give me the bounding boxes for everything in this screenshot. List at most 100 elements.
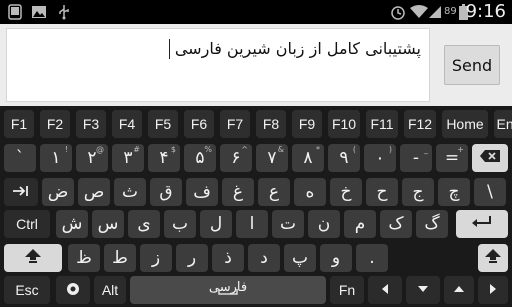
letter-key[interactable]: ر <box>176 244 208 272</box>
letter-key[interactable]: ک <box>380 210 412 238</box>
letter-key[interactable]: ض <box>42 178 74 206</box>
number-key-11[interactable]: - _ <box>400 144 432 172</box>
esc-key[interactable]: Esc <box>4 276 50 304</box>
arrow-right-key[interactable] <box>478 276 508 304</box>
letter-key[interactable]: ح <box>366 178 398 206</box>
status-bar: 89 9:16 <box>0 0 512 24</box>
letter-key[interactable]: ق <box>150 178 182 206</box>
letter-key[interactable]: ف <box>186 178 218 206</box>
function-key-f6[interactable]: F6 <box>184 110 214 138</box>
letter-key[interactable]: س <box>92 210 124 238</box>
text-cursor <box>169 39 170 59</box>
alt-key[interactable]: Alt <box>94 276 126 304</box>
letter-key[interactable]: ج <box>402 178 434 206</box>
message-text: پشتیبانی کامل از زبان شیرین فارسی <box>174 39 421 58</box>
arrow-right-icon <box>487 282 499 298</box>
function-key-f9[interactable]: F9 <box>292 110 322 138</box>
shift-left-key[interactable] <box>4 244 62 272</box>
backspace-key[interactable] <box>472 144 508 172</box>
letter-key[interactable]: ط <box>104 244 136 272</box>
tab-key[interactable] <box>4 178 38 206</box>
function-key-f12[interactable]: F12 <box>404 110 436 138</box>
letter-key[interactable]: \ <box>474 178 506 206</box>
letter-key[interactable]: گ <box>416 210 448 238</box>
number-key-6[interactable]: ۶ ^ <box>220 144 252 172</box>
send-button[interactable]: Send <box>444 45 500 85</box>
key-label: ۴ <box>159 148 169 168</box>
letter-key[interactable]: پ <box>284 244 316 272</box>
number-key-12[interactable]: = + <box>436 144 468 172</box>
letter-key[interactable]: ص <box>78 178 110 206</box>
shift-icon <box>484 248 502 269</box>
letter-key[interactable]: ت <box>272 210 304 238</box>
letter-key[interactable]: خ <box>330 178 362 206</box>
letter-key[interactable]: ز <box>140 244 172 272</box>
letter-key[interactable]: ع <box>258 178 290 206</box>
number-key-3[interactable]: ۳ # <box>112 144 144 172</box>
key-hint: ! <box>64 145 68 154</box>
function-key-f8[interactable]: F8 <box>256 110 286 138</box>
function-key-f1[interactable]: F1 <box>4 110 34 138</box>
bottom-key-row: Esc Alt فارسی Fn <box>0 276 512 306</box>
shift-right-key[interactable] <box>478 244 508 272</box>
letter-key[interactable]: چ <box>438 178 470 206</box>
function-key-f11[interactable]: F11 <box>366 110 398 138</box>
function-key-f7[interactable]: F7 <box>220 110 250 138</box>
letter-key[interactable]: ذ <box>212 244 244 272</box>
message-input[interactable]: پشتیبانی کامل از زبان شیرین فارسی <box>6 28 430 102</box>
key-hint: @ <box>96 145 104 154</box>
function-key-f2[interactable]: F2 <box>40 110 70 138</box>
letter-key[interactable]: د <box>248 244 280 272</box>
key-label: ۹ <box>339 148 349 168</box>
key-label: ۶ <box>231 148 241 168</box>
letter-key[interactable]: ل <box>200 210 232 238</box>
number-key-9[interactable]: ۹( <box>328 144 360 172</box>
number-key-0[interactable]: ` <box>4 144 36 172</box>
arrow-down-key[interactable] <box>406 276 440 304</box>
function-key-end[interactable]: End <box>494 110 512 138</box>
fn-key[interactable]: Fn <box>330 276 364 304</box>
shift-icon <box>24 248 42 269</box>
key-hint: * <box>316 145 320 154</box>
number-key-4[interactable]: ۴ $ <box>148 144 180 172</box>
letter-key[interactable]: ش <box>56 210 88 238</box>
soft-keyboard: F1F2F3F4F5F6F7F8F9F10F11F12HomeEnd `۱!۲@… <box>0 106 512 307</box>
arrow-up-key[interactable] <box>444 276 474 304</box>
arrow-left-key[interactable] <box>368 276 402 304</box>
letter-key[interactable]: ظ <box>68 244 100 272</box>
enter-key[interactable] <box>456 210 508 238</box>
number-key-5[interactable]: ۵% <box>184 144 216 172</box>
space-key[interactable]: فارسی <box>130 276 326 304</box>
signal-icon <box>428 4 442 20</box>
letter-key[interactable]: ن <box>308 210 340 238</box>
letter-key[interactable]: ه <box>294 178 326 206</box>
number-key-10[interactable]: ۰) <box>364 144 396 172</box>
key-label: ۷ <box>267 148 277 168</box>
key-hint: & <box>277 145 284 154</box>
number-key-8[interactable]: ۸ * <box>292 144 324 172</box>
letter-key[interactable]: . <box>356 244 388 272</box>
letter-key[interactable]: ث <box>114 178 146 206</box>
number-key-1[interactable]: ۱! <box>40 144 72 172</box>
function-key-f3[interactable]: F3 <box>76 110 106 138</box>
ctrl-key[interactable]: Ctrl <box>4 210 50 238</box>
function-key-f4[interactable]: F4 <box>112 110 142 138</box>
function-key-f5[interactable]: F5 <box>148 110 178 138</box>
key-hint: _ <box>424 145 428 154</box>
letter-key[interactable]: و <box>320 244 352 272</box>
letter-key[interactable]: ی <box>128 210 160 238</box>
number-key-row: ` ۱! ۲ @۳ #۴ $۵% ۶ ^ ۷ & ۸ * ۹(۰) - _ = + <box>0 144 512 174</box>
settings-key[interactable] <box>56 276 90 304</box>
key-label: ۱ <box>51 148 61 168</box>
function-key-home[interactable]: Home <box>442 110 488 138</box>
key-label: ۵ <box>195 148 205 168</box>
number-key-7[interactable]: ۷ & <box>256 144 288 172</box>
wifi-icon <box>410 4 428 20</box>
letter-key[interactable]: م <box>344 210 376 238</box>
letter-key[interactable]: ب <box>164 210 196 238</box>
letter-key[interactable]: غ <box>222 178 254 206</box>
arrow-left-icon <box>379 282 391 298</box>
number-key-2[interactable]: ۲ @ <box>76 144 108 172</box>
function-key-f10[interactable]: F10 <box>328 110 360 138</box>
letter-key[interactable]: ا <box>236 210 268 238</box>
